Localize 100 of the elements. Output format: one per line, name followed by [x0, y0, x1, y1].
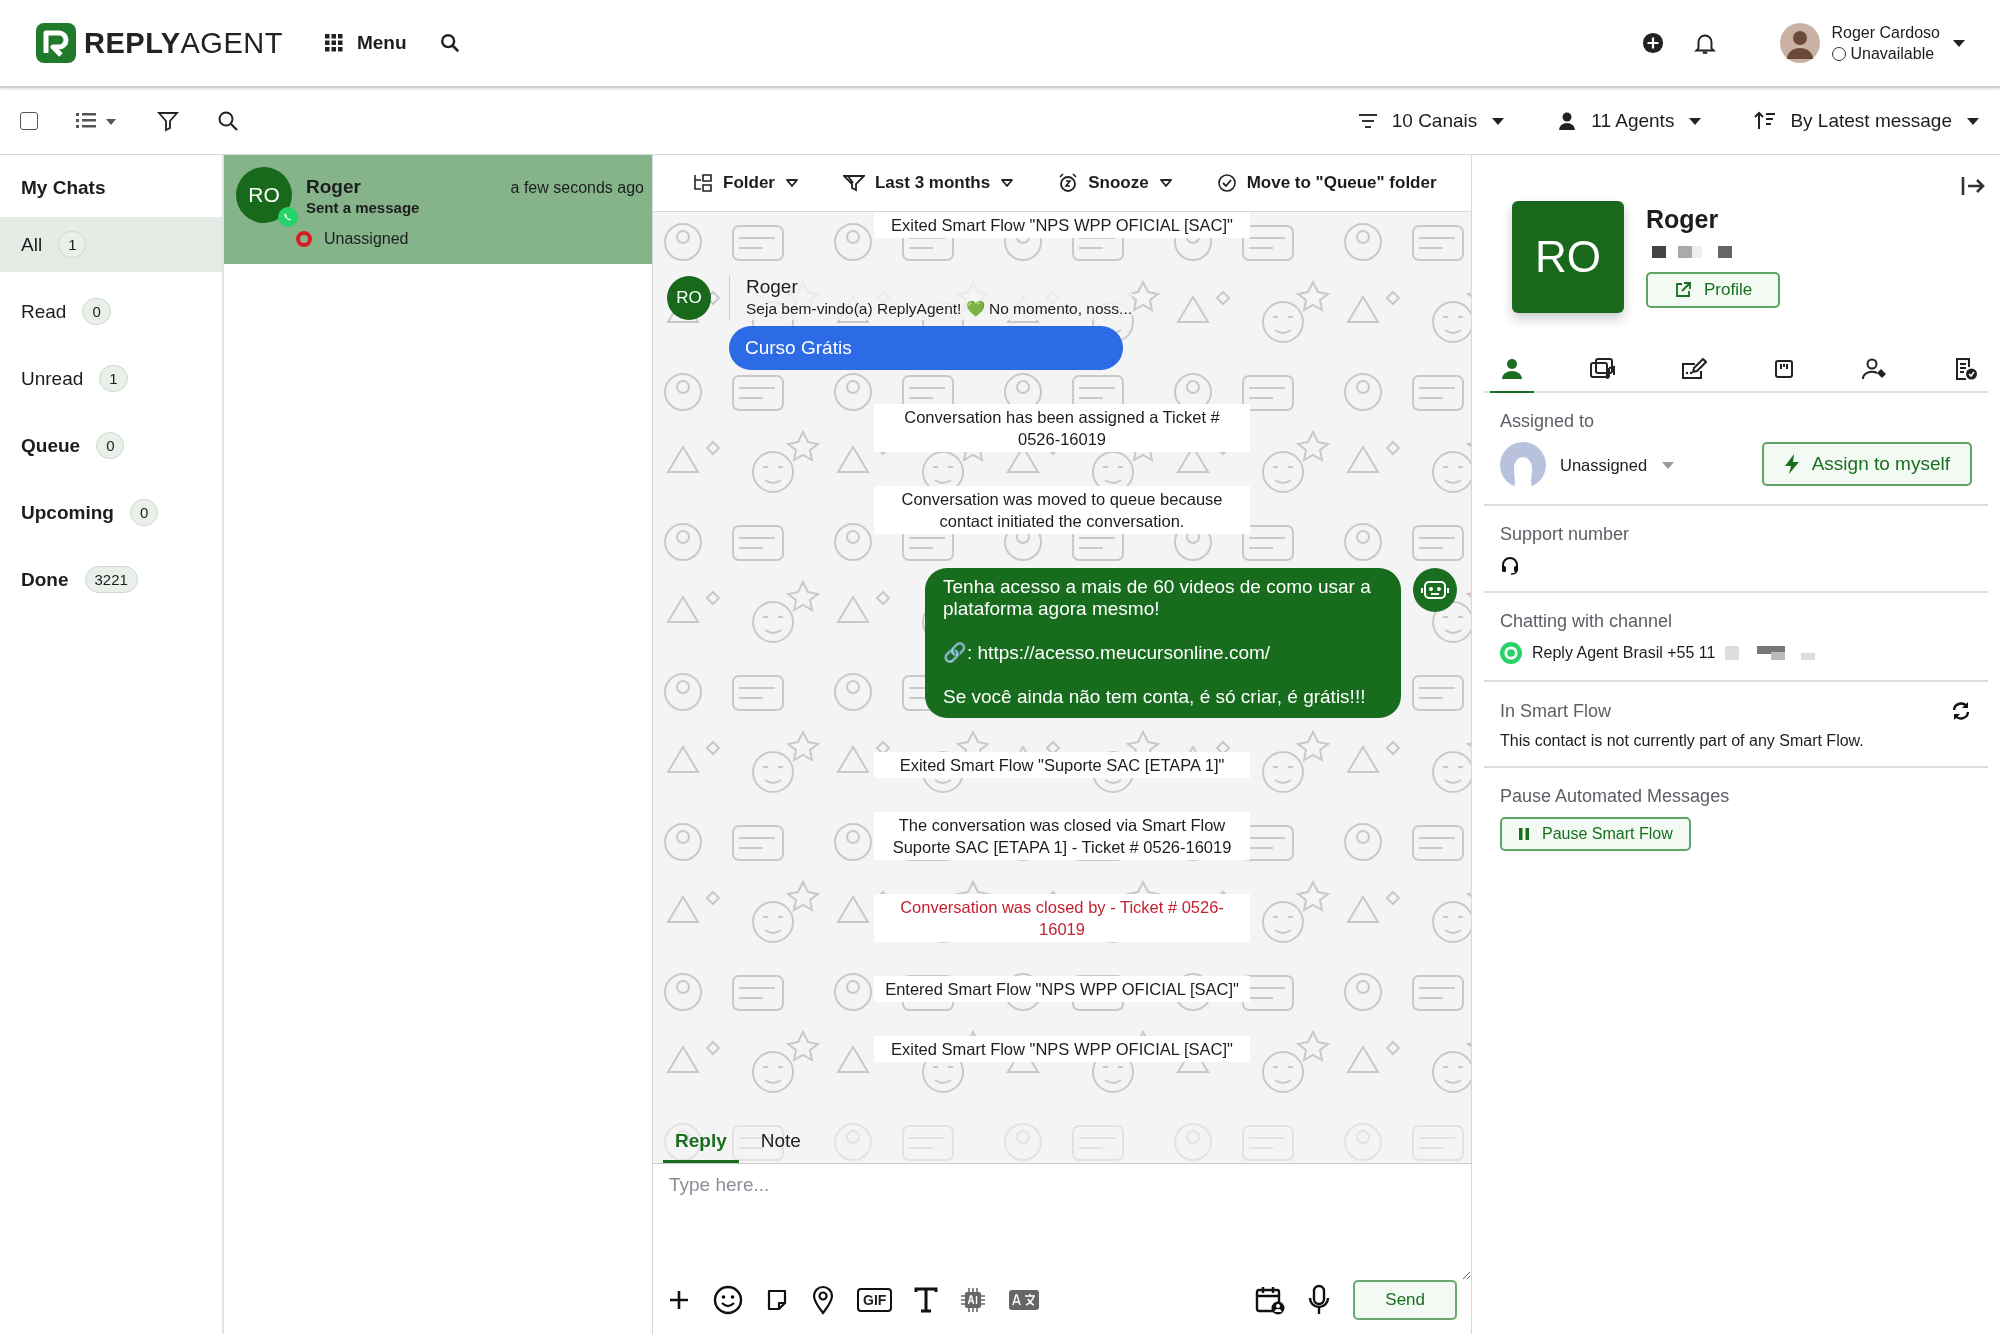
assignee-dropdown[interactable]: Unassigned [1560, 455, 1648, 475]
smart-flow-status: This contact is not currently part of any Smart Flow. [1500, 732, 1865, 750]
filter-icon[interactable] [156, 109, 180, 133]
message-text: Tenha acesso a mais de 60 videos de como usar a plataforma agora mesmo! [943, 576, 1372, 620]
folder-label: Read [21, 300, 67, 323]
filter-lines-icon [1357, 112, 1378, 130]
section-title: Chatting with channel [1500, 611, 1674, 632]
count-badge: 0 [96, 432, 125, 459]
folder-tree-icon [693, 174, 713, 192]
action-button[interactable]: Snooze [1058, 173, 1173, 193]
sticker-icon[interactable] [765, 1288, 789, 1312]
action-button[interactable]: Move to "Queue" folder [1216, 173, 1437, 193]
section-title: Pause Automated Messages [1500, 786, 1731, 807]
section-title: Assigned to [1500, 411, 1596, 432]
section-title: In Smart Flow [1500, 700, 1612, 722]
search-icon[interactable] [216, 109, 240, 133]
message-text: Seja bem-vindo(a) ReplyAgent! 💚 No momento, noss... [746, 300, 1132, 318]
action-button[interactable]: Last 3 months [842, 173, 1015, 193]
external-link-icon [1674, 281, 1692, 299]
board-icon [1774, 359, 1795, 379]
system-message: Exited Smart Flow "Suporte SAC [ETAPA 1]" [874, 752, 1250, 778]
folder-item[interactable]: All 1 [0, 217, 222, 272]
person-icon [1557, 111, 1578, 131]
plus-icon[interactable] [667, 1288, 691, 1312]
channel-name: Reply Agent Brasil +55 11 [1532, 644, 1716, 662]
select-all-checkbox[interactable] [20, 112, 38, 130]
message-time: a few seconds ago [510, 179, 644, 197]
add-icon[interactable] [1641, 32, 1664, 54]
emoji-icon[interactable] [713, 1285, 743, 1315]
count-badge: 0 [129, 499, 159, 526]
chat-item[interactable]: RO Roger a few seconds ago Sent a message Unassigned [224, 155, 652, 264]
folder-label: Done [21, 568, 69, 591]
system-message: Entered Smart Flow "NPS WPP OFICIAL [SAC]" [874, 976, 1250, 1002]
translate-icon[interactable] [1008, 1289, 1041, 1311]
compose-tab[interactable]: Note [748, 1122, 813, 1163]
folder-label: All [21, 233, 43, 256]
profile-button[interactable]: Profile [1646, 272, 1781, 308]
alarm-clock-icon [1058, 173, 1079, 193]
user-status: Unavailable [1831, 44, 1940, 63]
logo-icon [34, 21, 78, 65]
system-message: Exited Smart Flow "NPS WPP OFICIAL [SAC]" [874, 212, 1250, 238]
folder-label: Unread [21, 367, 84, 390]
caret-icon [1966, 116, 1980, 126]
contact-avatar: RO [1512, 201, 1624, 313]
caret-icon [1000, 178, 1015, 188]
send-button[interactable]: Send [1353, 1280, 1457, 1320]
pause-button[interactable]: Pause Smart Flow [1500, 817, 1691, 851]
folder-item[interactable]: Upcoming 0 [0, 485, 222, 540]
avatar [1779, 23, 1820, 63]
check-circle-icon [1216, 173, 1237, 193]
folder-item[interactable]: Done 3221 [0, 552, 222, 607]
filter-dropdown[interactable]: 11 Agents [1557, 110, 1703, 132]
assign-button[interactable]: Assign to myself [1761, 442, 1972, 486]
caret-icon [1158, 178, 1173, 188]
message-author: Roger [746, 276, 799, 298]
menu-button[interactable]: Menu [320, 26, 411, 60]
system-message: Conversation has been assigned a Ticket # 0526-16019 [874, 404, 1250, 452]
caret-icon [1688, 116, 1703, 126]
folder-item[interactable]: Unread 1 [0, 351, 222, 406]
microphone-icon[interactable] [1307, 1284, 1332, 1316]
chip-icon[interactable] [960, 1287, 987, 1313]
calendar-person-icon[interactable] [1255, 1285, 1286, 1315]
document-check-icon [1954, 358, 1978, 380]
person-icon [1501, 358, 1523, 380]
folder-item[interactable]: Read 0 [0, 284, 222, 339]
folder-item[interactable]: Queue 0 [0, 418, 222, 473]
robot-icon [1413, 568, 1457, 612]
location-pin-icon[interactable] [811, 1285, 835, 1315]
media-icon [1589, 358, 1616, 380]
brand-name: REPLYAGENT [84, 26, 283, 60]
system-message: The conversation was closed via Smart Flow Suporte SAC [ETAPA 1] - Ticket # 0526-16019 [874, 812, 1250, 860]
person-tag-icon [1862, 358, 1889, 380]
system-message: Conversation was moved to queue because contact initiated the conversation. [874, 486, 1250, 534]
action-button[interactable]: Folder [693, 173, 799, 193]
folder-label: Upcoming [21, 501, 114, 524]
contact-avatar: RO [236, 167, 292, 223]
edit-note-icon [1680, 358, 1707, 380]
quick-reply-button[interactable]: Curso Grátis [729, 326, 1123, 370]
caret-icon [784, 178, 799, 188]
filter-dropdown[interactable]: 10 Canais [1357, 110, 1506, 132]
message-text: Se você ainda não tem conta, é só criar, é grátis!!! [943, 686, 1367, 708]
count-badge: 1 [99, 365, 128, 392]
caret-icon [1491, 116, 1506, 126]
search-icon[interactable] [438, 32, 461, 54]
contact-name: Roger [306, 176, 362, 198]
contact-name: Roger [1646, 205, 1720, 234]
pause-icon [1518, 827, 1530, 841]
alert-message: Conversation was closed by - Ticket # 0526-16019 [874, 894, 1250, 942]
collapse-panel-icon[interactable] [1960, 175, 1986, 197]
status-dot-icon [296, 231, 312, 247]
caret-icon[interactable] [1952, 38, 1966, 48]
system-message: Exited Smart Flow "NPS WPP OFICIAL [SAC]" [874, 1036, 1250, 1062]
user-name: Roger Cardoso [1831, 23, 1940, 42]
count-badge: 0 [82, 298, 111, 325]
gif-button[interactable]: GIF [857, 1288, 893, 1312]
filter-dropdown[interactable]: By Latest message [1754, 110, 1980, 132]
text-format-icon[interactable] [914, 1287, 939, 1313]
refresh-icon[interactable] [1950, 700, 1972, 722]
message-preview: Sent a message [306, 199, 421, 216]
funnel-icon [842, 174, 865, 192]
